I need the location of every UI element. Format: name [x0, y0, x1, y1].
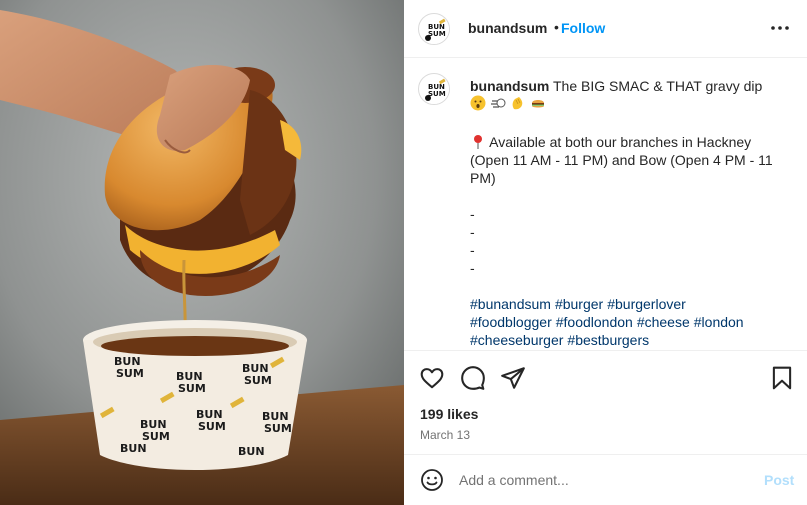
heart-icon[interactable] [419, 365, 445, 391]
branches-line-2: (Open 11 AM - 11 PM) and Bow (Open 4 PM … [470, 152, 773, 168]
comment-bar: Post [404, 454, 807, 505]
dash-line: - [470, 242, 475, 258]
hashtag-link[interactable]: #bestburgers [567, 332, 649, 348]
separator-dot: • [554, 19, 559, 35]
post-header: BUN SUM bunandsum • Follow [404, 0, 807, 58]
dash-line: - [470, 224, 475, 240]
smiley-icon[interactable] [420, 468, 444, 492]
hashtag-link[interactable]: #foodlondon [556, 314, 633, 330]
caption-emojis [470, 95, 790, 115]
post-photo[interactable]: BUN SUM BUN SUM BUN SUM BUN SUM BUN SUM BUN SU… [0, 0, 404, 505]
follow-button[interactable]: Follow [561, 20, 605, 36]
hashtag-link[interactable]: #burger [555, 296, 603, 312]
burger-photo: BUNSUM BUNSUM BUNSUM BUNSUM BUNSUM BUNSU… [0, 0, 404, 505]
likes-count[interactable]: 199 likes [420, 406, 478, 422]
hashtag-link[interactable]: #burgerlover [607, 296, 686, 312]
caption-area: BUN SUM bunandsum The BIG SMAC & THAT gr… [404, 59, 807, 350]
more-horizontal-icon[interactable] [768, 18, 792, 38]
svg-text:SUM: SUM [264, 422, 292, 435]
branches-line-3: PM) [470, 170, 496, 186]
post-comment-button[interactable]: Post [764, 472, 794, 488]
bunandsum-logo-icon: BUN SUM [420, 15, 449, 44]
bookmark-icon[interactable] [769, 365, 795, 391]
caption-username[interactable]: bunandsum [470, 78, 549, 94]
hashtag-link[interactable]: #cheeseburger [470, 332, 563, 348]
post-username[interactable]: bunandsum [468, 20, 547, 36]
svg-text:SUM: SUM [178, 382, 206, 395]
clapping-hands-icon [512, 97, 523, 110]
caption-title: The BIG SMAC & THAT gravy dip [552, 78, 763, 94]
branches-line-1: Available at both our branches in Hackne… [489, 134, 752, 150]
svg-text:SUM: SUM [116, 367, 144, 380]
comment-icon[interactable] [460, 365, 486, 391]
post-actions: 199 likes March 13 [404, 350, 807, 454]
svg-text:SUM: SUM [244, 374, 272, 387]
round-pushpin-icon [474, 135, 482, 149]
comment-input[interactable] [459, 468, 749, 492]
svg-text:BUN: BUN [120, 442, 147, 455]
caption-avatar[interactable]: BUN SUM [418, 73, 450, 105]
dash-icon [490, 98, 506, 108]
hashtag-link[interactable]: #cheese [637, 314, 690, 330]
avatar[interactable]: BUN SUM [418, 13, 450, 45]
bunandsum-logo-icon: BUN SUM [420, 75, 449, 104]
hashtag-link[interactable]: #london [694, 314, 744, 330]
post-panel: BUN SUM bunandsum • Follow BUN SUM bunan… [404, 0, 807, 505]
hashtag-list: #bunandsum #burger #burgerlover #foodblogg… [470, 295, 790, 349]
post-date[interactable]: March 13 [420, 428, 470, 442]
paper-plane-icon[interactable] [500, 365, 526, 391]
post-caption: bunandsum The BIG SMAC & THAT gravy dip [470, 77, 790, 349]
astonished-face-icon [470, 95, 486, 111]
hashtag-link[interactable]: #bunandsum [470, 296, 551, 312]
hashtag-link[interactable]: #foodblogger [470, 314, 552, 330]
svg-text:SUM: SUM [198, 420, 226, 433]
dash-line: - [470, 260, 475, 276]
burger-icon [531, 100, 544, 108]
dash-line: - [470, 206, 475, 222]
svg-text:BUN: BUN [238, 445, 265, 458]
